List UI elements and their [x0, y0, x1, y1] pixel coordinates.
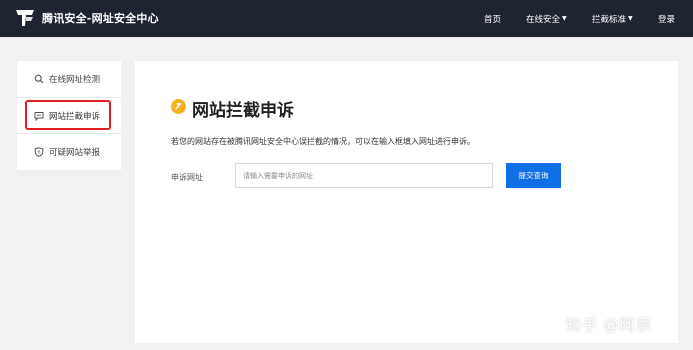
sidebar-item-suspicious-report[interactable]: 可疑网站举报: [17, 133, 121, 169]
nav-online-security-label: 在线安全: [526, 14, 561, 25]
search-icon: [33, 73, 45, 85]
shield-icon: [33, 146, 45, 158]
nav-login-label: 登录: [658, 14, 676, 25]
appeal-url-input[interactable]: [235, 163, 493, 188]
nav-online-security[interactable]: 在线安全 ▼: [526, 0, 567, 37]
page-description: 若您的网站存在被腾讯网址安全中心误拦截的情况，可以在输入框填入网址进行申诉。: [171, 137, 475, 146]
annotation-highlight-box: [25, 100, 111, 130]
logo[interactable]: 腾讯安全-网址安全中心: [14, 8, 159, 28]
zhihu-watermark: 知乎 @阿季: [566, 316, 652, 334]
nav-home-label: 首页: [484, 14, 502, 25]
chevron-down-icon: ▼: [628, 15, 633, 22]
nav-block-standards[interactable]: 拦截标准 ▼: [592, 0, 633, 37]
sidebar-item-url-check[interactable]: 在线网址检测: [17, 61, 121, 97]
sidebar-item-label: 可疑网站举报: [49, 147, 101, 158]
sidebar-item-label: 在线网址检测: [49, 75, 101, 85]
tencent-shield-logo-icon: [14, 8, 36, 28]
hammer-icon: [171, 99, 186, 118]
brand-name: 腾讯安全-网址安全中心: [42, 12, 159, 25]
page-heading: 网站拦截申诉: [171, 96, 294, 121]
top-nav-bar: 腾讯安全-网址安全中心 首页 在线安全 ▼ 拦截标准 ▼ 登录: [0, 0, 693, 37]
nav-block-standards-label: 拦截标准: [592, 14, 627, 25]
page-title: 网站拦截申诉: [192, 101, 294, 121]
submit-query-button[interactable]: 提交查询: [506, 163, 561, 188]
nav-login[interactable]: 登录: [658, 0, 675, 37]
nav-home[interactable]: 首页: [484, 0, 501, 37]
main-panel: 网站拦截申诉 若您的网站存在被腾讯网址安全中心误拦截的情况，可以在输入框填入网址…: [135, 61, 678, 343]
chevron-down-icon: ▼: [562, 15, 567, 22]
url-field-label: 申诉网址: [171, 173, 203, 182]
